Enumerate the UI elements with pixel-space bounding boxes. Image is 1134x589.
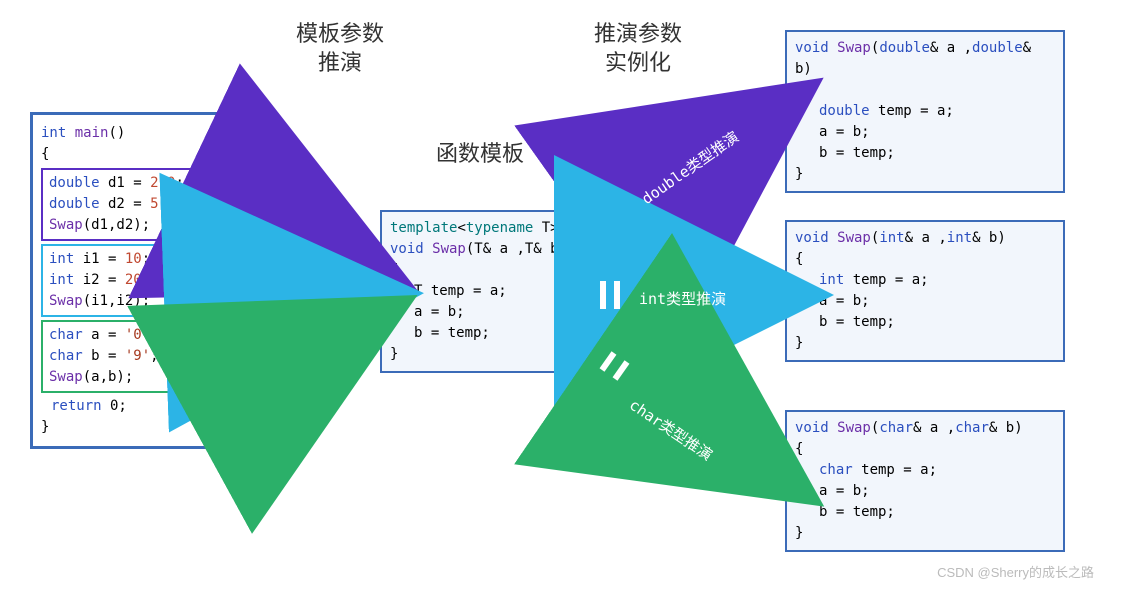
double-call-block: double d1 = 2.0; double d2 = 5.0; Swap(d…	[41, 168, 219, 241]
main-code-box: int main() { double d1 = 2.0; double d2 …	[30, 112, 230, 449]
template-code-box: template<typename T> void Swap(T& a ,T& …	[380, 210, 590, 373]
char-swap-box: void Swap(char& a ,char& b) { char temp …	[785, 410, 1065, 552]
int-swap-box: void Swap(int& a ,int& b) { int temp = a…	[785, 220, 1065, 362]
tag-double: double类型推演	[633, 122, 747, 213]
title-function-template: 函数模板	[410, 140, 550, 169]
title-deduce-param: 推演参数 实例化	[558, 20, 718, 77]
tag-int: int类型推演	[635, 286, 730, 311]
char-call-block: char a = '0'; char b = '9'; Swap(a,b);	[41, 320, 219, 393]
title-template-param: 模板参数 推演	[260, 20, 420, 77]
double-swap-box: void Swap(double& a ,double& b) { double…	[785, 30, 1065, 193]
int-call-block: int i1 = 10; int i2 = 20; Swap(i1,i2);	[41, 244, 219, 317]
tag-char: char类型推演	[621, 390, 721, 469]
watermark: CSDN @Sherry的成长之路	[937, 562, 1094, 581]
